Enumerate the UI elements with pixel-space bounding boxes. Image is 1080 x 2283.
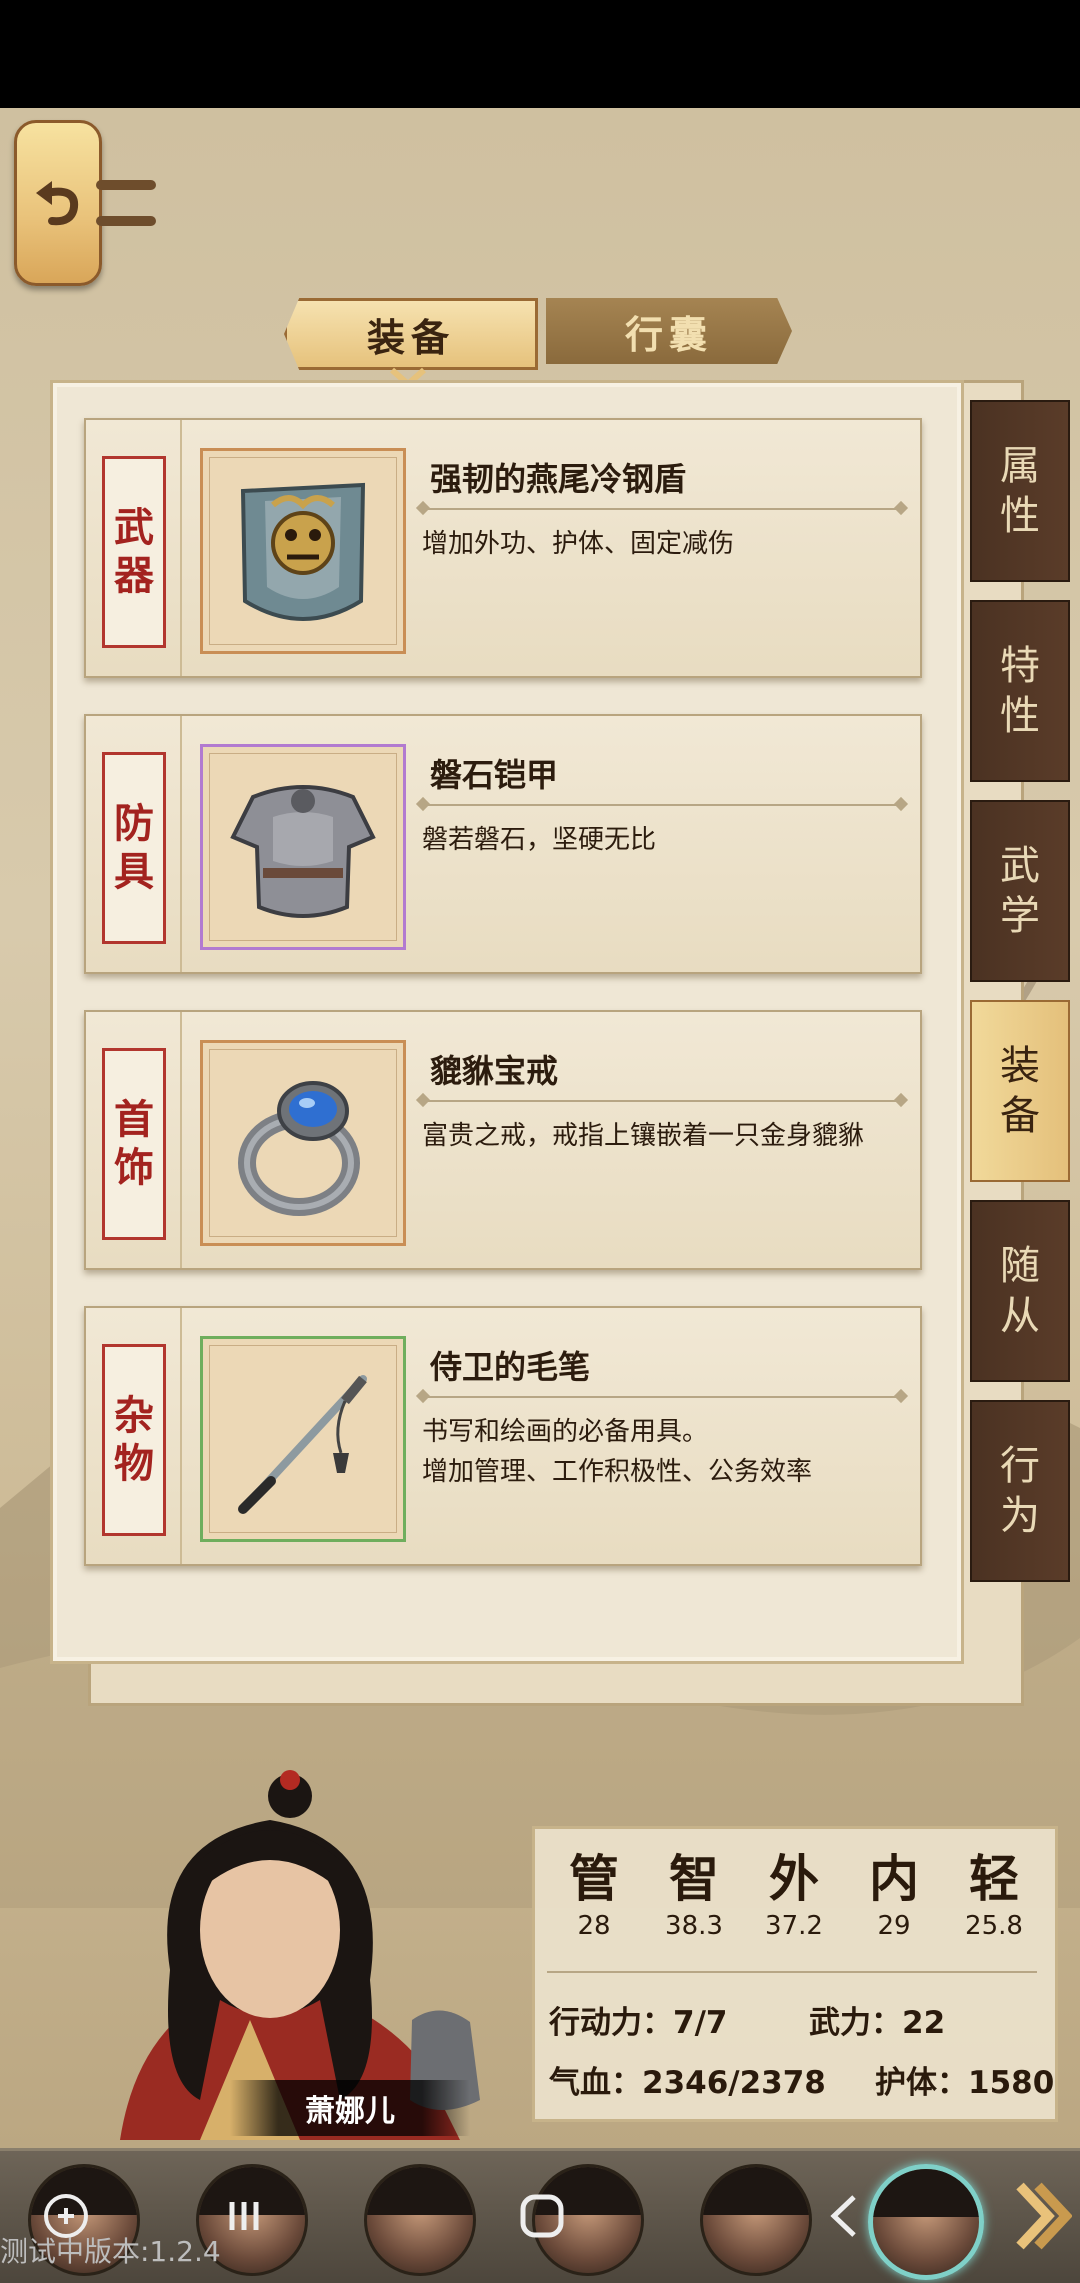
- side-tab-traits[interactable]: 特 性: [970, 600, 1070, 782]
- item-frame[interactable]: [200, 744, 406, 950]
- character-stats-panel: 管 28 智 38.3 外 37.2 内 29 轻 25.8 行动力：7/7 武…: [532, 1826, 1058, 2122]
- item-frame[interactable]: [200, 1040, 406, 1246]
- undo-icon: [36, 181, 79, 226]
- status-bar: [0, 0, 1080, 108]
- slot-label-char: 具: [114, 848, 154, 895]
- version-label: 测试中版本:1.2.4: [0, 2235, 221, 2268]
- slot-label-char: 物: [114, 1440, 154, 1487]
- back-nav-icon[interactable]: [814, 2186, 874, 2246]
- hp: 气血：2346/2378: [549, 2065, 826, 2101]
- equip-slot-accessory[interactable]: 首 饰 貔貅宝戒 富贵之戒，戒指上镶嵌着一只金身貔貅: [84, 1010, 922, 1270]
- side-tab-char: 性: [1000, 693, 1040, 739]
- side-tab-char: 武: [1000, 843, 1040, 889]
- stat-internal: 内 29: [849, 1839, 939, 1941]
- party-member-avatar[interactable]: [364, 2164, 476, 2276]
- divider: [422, 804, 902, 806]
- slot-label-char: 器: [114, 552, 154, 599]
- equip-slot-armor[interactable]: 防 具 磐石铠甲 磐若磐石，坚硬无比: [84, 714, 922, 974]
- stat-label: 管: [569, 1849, 619, 1908]
- side-tab-char: 备: [1000, 1093, 1040, 1139]
- stat-label: 外: [769, 1849, 819, 1908]
- side-tab-followers[interactable]: 随 从: [970, 1200, 1070, 1382]
- side-tab-char: 随: [1000, 1243, 1040, 1289]
- side-tab-attributes[interactable]: 属 性: [970, 400, 1070, 582]
- item-name: 磐石铠甲: [430, 756, 559, 794]
- scroll-right-icon[interactable]: [1012, 2176, 1072, 2256]
- party-member-avatar[interactable]: [700, 2164, 812, 2276]
- defense: 护体：1580: [875, 2065, 1055, 2101]
- stat-agility: 轻 25.8: [949, 1839, 1039, 1941]
- stat-label: 智: [669, 1849, 719, 1908]
- divider: [422, 1396, 902, 1398]
- recent-apps-icon[interactable]: [214, 2186, 274, 2246]
- shield-icon: [240, 482, 366, 621]
- slot-label-char: 杂: [114, 1392, 154, 1439]
- stat-value: 28: [577, 1911, 611, 1941]
- slot-label: 杂 物: [102, 1344, 166, 1536]
- stat-external: 外 37.2: [749, 1839, 839, 1941]
- side-tab-char: 特: [1000, 643, 1040, 689]
- stat-label: 内: [869, 1849, 919, 1908]
- stat-label: 轻: [969, 1849, 1019, 1908]
- slot-label-char: 武: [114, 504, 154, 551]
- stat-value: 38.3: [665, 1911, 723, 1941]
- stat-value: 25.8: [965, 1911, 1023, 1941]
- brush-icon: [238, 1375, 367, 1514]
- stat-value: 29: [877, 1911, 911, 1941]
- action-power: 行动力：7/7: [549, 2005, 728, 2041]
- slot-label-char: 饰: [114, 1144, 154, 1191]
- item-description: 富贵之戒，戒指上镶嵌着一只金身貔貅: [422, 1121, 865, 1151]
- stat-intelligence: 智 38.3: [649, 1839, 739, 1941]
- stat-management: 管 28: [549, 1839, 639, 1941]
- stat-value: 37.2: [765, 1911, 823, 1941]
- item-name: 貔貅宝戒: [430, 1052, 559, 1090]
- side-tab-martial-arts[interactable]: 武 学: [970, 800, 1070, 982]
- item-description: 增加外功、护体、固定减伤: [422, 529, 735, 559]
- character-name: 萧娜儿: [230, 2080, 470, 2136]
- side-tab-char: 性: [1000, 493, 1040, 539]
- back-button-ornament: [96, 216, 156, 226]
- slot-label: 首 饰: [102, 1048, 166, 1240]
- side-tab-char: 行: [1000, 1443, 1040, 1489]
- martial-power: 武力：22: [809, 2005, 946, 2041]
- slot-label-char: 防: [114, 800, 154, 847]
- tab-equip[interactable]: 装备: [284, 298, 538, 370]
- divider: [422, 508, 902, 510]
- tab-bag[interactable]: 行囊: [546, 298, 792, 364]
- item-frame[interactable]: [200, 448, 406, 654]
- side-tab-char: 为: [1000, 1493, 1040, 1539]
- slot-label-char: 首: [114, 1096, 154, 1143]
- slot-label: 武 器: [102, 456, 166, 648]
- item-name: 侍卫的毛笔: [430, 1348, 591, 1386]
- slot-label: 防 具: [102, 752, 166, 944]
- party-member-avatar-selected[interactable]: [868, 2164, 984, 2280]
- side-tab-char: 装: [1000, 1043, 1040, 1089]
- item-name: 强韧的燕尾冷钢盾: [430, 460, 687, 498]
- divider: [422, 1100, 902, 1102]
- item-description: 磐若磐石，坚硬无比: [422, 825, 657, 855]
- back-button-ornament: [96, 180, 156, 190]
- side-tab-actions[interactable]: 行 为: [970, 1400, 1070, 1582]
- home-icon[interactable]: [512, 2186, 572, 2246]
- divider: [547, 1971, 1037, 1973]
- ring-icon: [238, 1081, 360, 1216]
- side-tab-char: 学: [1000, 893, 1040, 939]
- back-button[interactable]: [14, 120, 102, 286]
- armor-icon: [230, 785, 376, 918]
- item-description: 书写和绘画的必备用具。 增加管理、工作积极性、公务效率: [422, 1417, 813, 1487]
- side-tab-equipment[interactable]: 装 备: [970, 1000, 1070, 1182]
- side-tab-char: 从: [1000, 1293, 1040, 1339]
- equip-slot-misc[interactable]: 杂 物 侍卫的毛笔 书写和绘画的必备用具。 增加管理、工作积极性、公务效率: [84, 1306, 922, 1566]
- side-tab-char: 属: [1000, 443, 1040, 489]
- item-frame[interactable]: [200, 1336, 406, 1542]
- equip-slot-weapon[interactable]: 武 器 强韧的燕尾冷钢盾 增加外功、护体、固定减伤: [84, 418, 922, 678]
